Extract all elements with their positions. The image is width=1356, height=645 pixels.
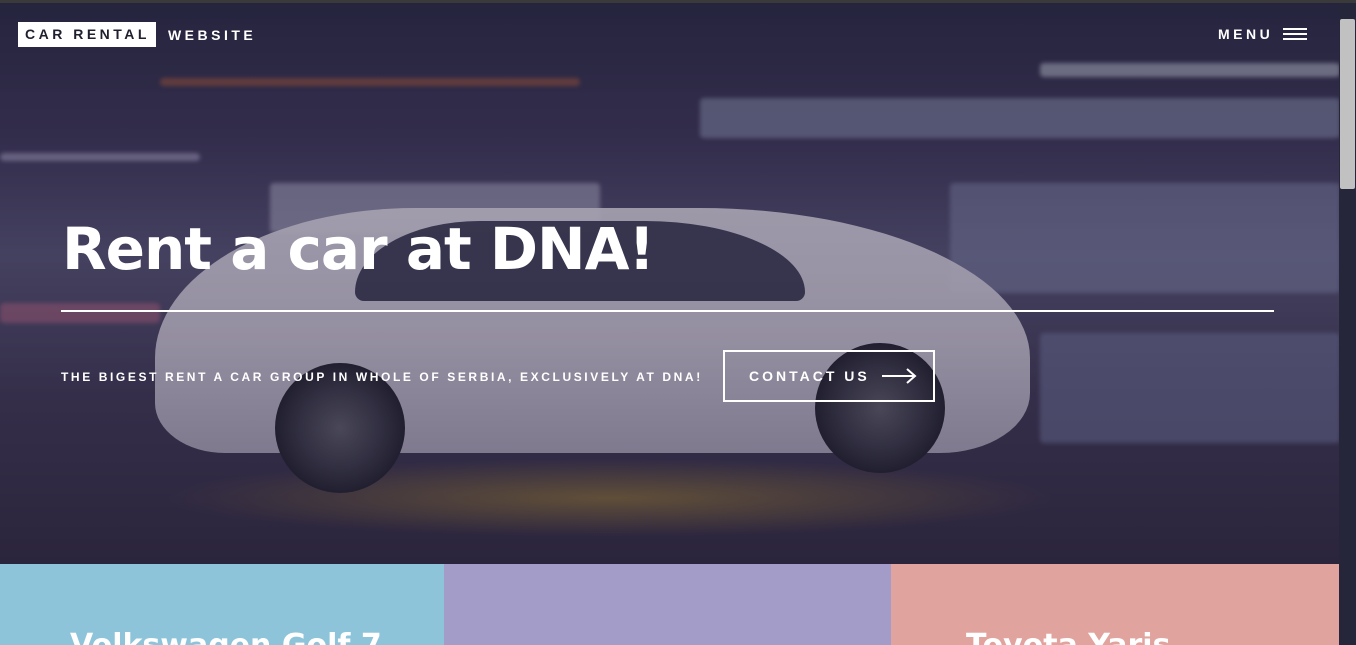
hamburger-icon — [1283, 28, 1308, 40]
site-logo[interactable]: CAR RENTAL WEBSITE — [18, 22, 256, 47]
contact-us-button[interactable]: CONTACT US — [723, 350, 935, 402]
hero-title: Rent a car at DNA! — [62, 215, 655, 283]
car-card-title: Toyota Yaris — [966, 628, 1170, 645]
menu-label: MENU — [1218, 26, 1274, 42]
menu-button[interactable]: MENU — [1218, 26, 1308, 42]
scrollbar-thumb[interactable] — [1340, 19, 1355, 189]
car-card-title: Volkswagen Golf 7 — [70, 628, 382, 645]
hero-divider — [61, 310, 1274, 312]
hero-section — [0, 3, 1339, 564]
hero-tagline: THE BIGEST RENT A CAR GROUP IN WHOLE OF … — [61, 370, 703, 384]
logo-box-text: CAR RENTAL — [18, 22, 156, 47]
contact-us-label: CONTACT US — [749, 368, 870, 384]
car-card-volkswagen-golf-7[interactable]: Volkswagen Golf 7 — [0, 564, 444, 645]
hero-overlay — [0, 3, 1339, 564]
logo-text: WEBSITE — [167, 26, 257, 43]
car-card-toyota-yaris[interactable]: Toyota Yaris — [891, 564, 1339, 645]
car-card-middle[interactable] — [444, 564, 891, 645]
arrow-right-icon — [881, 368, 917, 384]
